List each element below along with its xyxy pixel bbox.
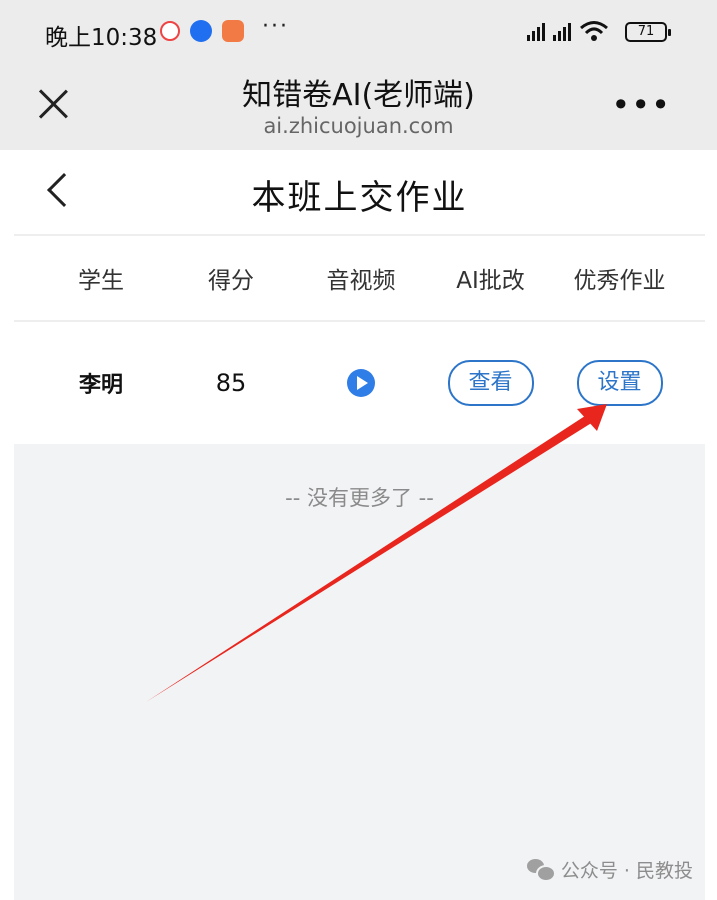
page-content: 本班上交作业 学生 得分 音视频 AI批改 优秀作业 李明 85 查看 设置 -… [14,150,705,900]
media-cell [296,369,426,397]
battery-icon: 71 [625,22,671,42]
column-header-student: 学生 [78,268,124,294]
watermark-text: 公众号 · 民教投 [560,860,693,882]
play-icon[interactable] [347,369,375,397]
app-notification-icon [190,20,212,42]
student-name: 李明 [78,373,123,398]
page-title: 本班上交作业 [251,178,468,218]
signal-icon [527,21,545,41]
column-header-media: 音视频 [326,268,396,294]
status-more-dots: ··· [262,14,289,39]
ai-cell: 查看 [426,360,555,406]
signal-icon [553,21,571,41]
student-score: 85 [215,369,247,397]
more-menu-icon[interactable]: ••• [611,86,671,124]
browser-url: ai.zhicuojuan.com [263,114,454,138]
watermark: 公众号 · 民教投 [526,856,693,883]
status-time: 晚上10:38 [45,25,158,51]
app-notification-icon [160,21,180,41]
column-header-score: 得分 [208,268,254,294]
table-row: 李明 85 查看 设置 [14,322,705,444]
status-app-icons [160,20,244,42]
column-header-ai-grading: AI批改 [456,268,525,294]
wifi-icon [580,21,608,41]
view-button[interactable]: 查看 [447,360,534,406]
browser-header: 知错卷AI(老师端) ai.zhicuojuan.com ••• [0,62,717,150]
best-cell: 设置 [555,360,684,406]
app-notification-icon [222,20,244,42]
status-indicators [527,20,609,42]
table-header: 学生 得分 音视频 AI批改 优秀作业 [14,236,705,322]
column-header-best-homework: 优秀作业 [573,268,666,294]
browser-title: 知错卷AI(老师端) [242,78,475,113]
nav-bar: 本班上交作业 [14,150,705,236]
wechat-icon [526,858,556,882]
status-bar: 晚上10:38 ··· 71 [0,0,717,62]
set-button[interactable]: 设置 [576,360,663,406]
no-more-text: -- 没有更多了 -- [285,486,434,510]
